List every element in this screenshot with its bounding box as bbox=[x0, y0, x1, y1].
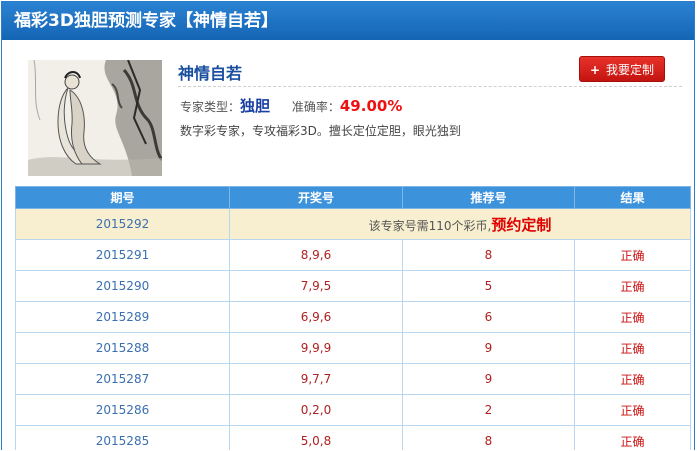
period-cell: 2015292 bbox=[15, 208, 230, 240]
col-header-recommend: 推荐号 bbox=[402, 186, 575, 209]
expert-meta: 专家类型：独胆 准确率：49.00% bbox=[180, 95, 402, 116]
expert-panel: 福彩3D独胆预测专家【神情自若】 神情自若 + 我要定制 专家类型：独胆 准确率… bbox=[1, 1, 695, 450]
prediction-table: 期号 开奖号 推荐号 结果 2015292 该专家号需110个彩币,预约定制 2… bbox=[15, 186, 691, 450]
expert-portrait bbox=[28, 60, 162, 176]
table-row: 2015285 5,0,8 8 正确 bbox=[15, 425, 691, 450]
plus-icon: + bbox=[589, 63, 601, 77]
result-cell: 正确 bbox=[574, 239, 691, 271]
result-cell: 正确 bbox=[574, 425, 691, 450]
result-cell: 正确 bbox=[574, 394, 691, 426]
col-header-period: 期号 bbox=[15, 186, 230, 209]
notice-text: 该专家号需110个彩币, bbox=[368, 218, 492, 233]
expert-profile: 神情自若 + 我要定制 专家类型：独胆 准确率：49.00% 数字彩专家，专攻福彩… bbox=[2, 40, 694, 180]
accuracy-value: 49.00% bbox=[339, 97, 403, 115]
period-cell: 2015291 bbox=[15, 239, 230, 271]
reserve-button-label: 我要定制 bbox=[606, 63, 655, 77]
expert-name[interactable]: 神情自若 bbox=[178, 60, 242, 84]
table-header-row: 期号 开奖号 推荐号 结果 bbox=[15, 186, 691, 209]
table-row: 2015287 9,7,7 9 正确 bbox=[15, 363, 691, 395]
recommend-cell: 9 bbox=[402, 363, 575, 395]
draw-cell: 8,9,6 bbox=[229, 239, 403, 271]
recommend-cell: 2 bbox=[402, 394, 575, 426]
draw-cell: 9,7,7 bbox=[229, 363, 403, 395]
draw-cell: 0,2,0 bbox=[229, 394, 403, 426]
draw-cell: 5,0,8 bbox=[229, 425, 403, 450]
type-label: 专家类型： bbox=[180, 100, 241, 114]
recommend-cell: 9 bbox=[402, 332, 575, 364]
col-header-result: 结果 bbox=[574, 186, 691, 209]
result-cell: 正确 bbox=[574, 363, 691, 395]
table-row: 2015290 7,9,5 5 正确 bbox=[15, 270, 691, 302]
result-cell: 正确 bbox=[574, 270, 691, 302]
portrait-image bbox=[28, 60, 162, 176]
divider bbox=[178, 86, 682, 87]
type-value: 独胆 bbox=[240, 97, 271, 115]
expert-description: 数字彩专家，专攻福彩3D。擅长定位定胆，眼光独到 bbox=[180, 124, 461, 138]
reserve-link[interactable]: 预约定制 bbox=[491, 216, 551, 234]
period-cell: 2015290 bbox=[15, 270, 230, 302]
notice-cell: 该专家号需110个彩币,预约定制 bbox=[229, 208, 691, 240]
period-cell: 2015286 bbox=[15, 394, 230, 426]
table-row: 2015288 9,9,9 9 正确 bbox=[15, 332, 691, 364]
period-cell: 2015289 bbox=[15, 301, 230, 333]
period-cell: 2015288 bbox=[15, 332, 230, 364]
table-row: 2015291 8,9,6 8 正确 bbox=[15, 239, 691, 271]
recommend-cell: 8 bbox=[402, 239, 575, 271]
period-cell: 2015287 bbox=[15, 363, 230, 395]
result-cell: 正确 bbox=[574, 332, 691, 364]
recommend-cell: 6 bbox=[402, 301, 575, 333]
draw-cell: 7,9,5 bbox=[229, 270, 403, 302]
recommend-cell: 5 bbox=[402, 270, 575, 302]
table-row: 2015289 6,9,6 6 正确 bbox=[15, 301, 691, 333]
reserve-button[interactable]: + 我要定制 bbox=[579, 56, 665, 82]
accuracy-label: 准确率： bbox=[291, 100, 340, 114]
page-title: 福彩3D独胆预测专家【神情自若】 bbox=[2, 2, 694, 40]
period-cell: 2015285 bbox=[15, 425, 230, 450]
draw-cell: 9,9,9 bbox=[229, 332, 403, 364]
col-header-draw: 开奖号 bbox=[229, 186, 403, 209]
table-row: 2015286 0,2,0 2 正确 bbox=[15, 394, 691, 426]
result-cell: 正确 bbox=[574, 301, 691, 333]
draw-cell: 6,9,6 bbox=[229, 301, 403, 333]
table-row-notice: 2015292 该专家号需110个彩币,预约定制 bbox=[15, 208, 691, 240]
recommend-cell: 8 bbox=[402, 425, 575, 450]
